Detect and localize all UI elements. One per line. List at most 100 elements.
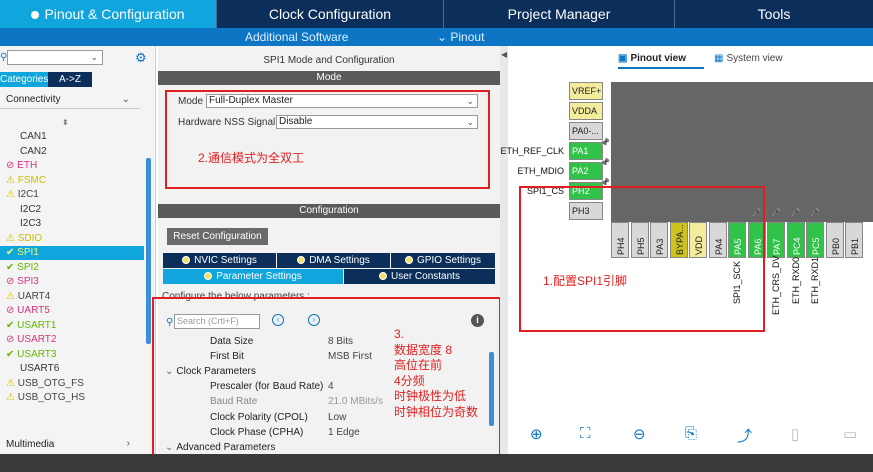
collapse-arrow-icon: ◀ <box>501 50 508 59</box>
item-label: I2C1 <box>17 189 39 200</box>
grid-icon: ▦ <box>714 53 724 64</box>
error-icon: ⊘ <box>6 160 18 171</box>
zoom-out-icon[interactable]: ⊖ <box>633 425 646 443</box>
list-scrollbar[interactable] <box>146 158 151 344</box>
annotation-pin: 1.配置SPI1引脚 <box>543 274 628 288</box>
highlight-params-box <box>152 297 501 457</box>
category-search-select[interactable]: ⌄ <box>7 50 103 65</box>
gear-icon[interactable]: ⚙ <box>135 50 147 66</box>
warning-icon: ⚠ <box>6 189 18 200</box>
peripheral-item-spi2[interactable]: ✔ SPI2 <box>6 261 39 275</box>
peripheral-item-uart5[interactable]: ⊘ UART5 <box>6 304 50 318</box>
pin-pb1[interactable]: PB1 <box>845 222 863 258</box>
fit-screen-icon[interactable]: ⛶ <box>580 425 591 442</box>
rotate-icon[interactable]: ⤴ <box>737 425 752 446</box>
tab-user-constants[interactable]: User Constants <box>344 269 495 284</box>
pinout-menu[interactable]: ⌄ Pinout <box>437 28 484 46</box>
peripheral-item-sdio[interactable]: ⚠ SDIO <box>6 232 42 246</box>
peripheral-item-i2c3[interactable]: I2C3 <box>6 217 41 231</box>
zoom-in-icon[interactable]: ⊕ <box>530 425 543 443</box>
tab-label: NVIC Settings <box>194 255 257 266</box>
pushpin-icon: 📌 <box>600 158 610 167</box>
multimedia-group[interactable]: Multimedia › <box>6 438 130 450</box>
item-label: USART3 <box>17 348 57 360</box>
export-icon[interactable]: ⎘ <box>685 425 697 442</box>
peripheral-item-usart1[interactable]: ✔ USART1 <box>6 319 56 333</box>
mode-section-header: Mode <box>158 71 500 85</box>
status-dot <box>297 256 306 265</box>
tab-gpio-settings[interactable]: GPIO Settings <box>391 253 495 268</box>
chip-icon: ▣ <box>618 53 628 64</box>
signal-label: ETH_RXD1 <box>810 257 820 305</box>
tab-label: Pinout view <box>630 53 687 64</box>
panel-splitter[interactable]: ◀ <box>500 46 508 454</box>
pin-pa0[interactable]: PA0-... <box>569 122 603 140</box>
peripheral-item-spi3[interactable]: ⊘ SPI3 <box>6 275 39 289</box>
pin-pb0[interactable]: PB0 <box>825 222 844 258</box>
peripheral-item-eth[interactable]: ⊘ ETH <box>6 159 37 173</box>
pin-pc5[interactable]: PC5 <box>806 222 824 258</box>
signal-label: ETH_RXD0 <box>790 257 801 305</box>
pin-pc4[interactable]: PC4 <box>786 222 805 258</box>
peripheral-item-usb_otg_hs[interactable]: ⚠ USB_OTG_HS <box>6 391 85 405</box>
status-bar <box>0 454 873 472</box>
tab-clock-configuration[interactable]: Clock Configuration <box>217 0 443 28</box>
peripheral-item-fsmc[interactable]: ⚠ FSMC <box>6 174 46 188</box>
tab-label: DMA Settings <box>309 255 370 266</box>
connectivity-group[interactable]: Connectivity ⌄ <box>6 94 130 105</box>
item-label: SPI1 <box>17 247 39 258</box>
pin-pa1[interactable]: PA1 <box>569 142 603 160</box>
peripheral-item-usb_otg_fs[interactable]: ⚠ USB_OTG_FS <box>6 377 84 391</box>
item-label: SDIO <box>17 232 43 244</box>
item-label: ETH <box>17 160 38 171</box>
peripheral-item-i2c1[interactable]: ⚠ I2C1 <box>6 188 39 202</box>
tab-parameter-settings[interactable]: Parameter Settings <box>163 269 343 284</box>
status-dot <box>405 256 414 265</box>
item-label: USB_OTG_FS <box>17 377 84 389</box>
highlight-mode-box <box>165 90 490 189</box>
chevron-down-icon: ⌄ <box>121 94 130 105</box>
item-label: USB_OTG_HS <box>17 392 85 403</box>
tab-label: User Constants <box>391 271 460 282</box>
check-icon: ✔ <box>6 247 18 258</box>
check-icon: ✔ <box>6 348 18 360</box>
reset-configuration-button[interactable]: Reset Configuration <box>167 228 268 245</box>
tab-pinout-configuration[interactable]: Pinout & Configuration <box>0 0 216 28</box>
pin-pa2[interactable]: PA2 <box>569 162 603 180</box>
peripheral-item-can1[interactable]: CAN1 <box>6 130 47 144</box>
peripheral-item-i2c2[interactable]: I2C2 <box>6 203 41 217</box>
tab-nvic-settings[interactable]: NVIC Settings <box>163 253 276 268</box>
pushpin-icon: 📌 <box>790 208 801 217</box>
status-dot <box>182 256 191 265</box>
system-view-tab[interactable]: ▦ System view <box>714 53 783 64</box>
configuration-section-header: Configuration <box>158 204 500 218</box>
peripheral-item-usart2[interactable]: ⊘ USART2 <box>6 333 56 347</box>
chevron-down-icon: ⌄ <box>90 52 98 62</box>
tab-tools[interactable]: Tools <box>675 0 873 28</box>
tab-a-z[interactable]: A->Z <box>48 72 92 87</box>
peripheral-item-can2[interactable]: CAN2 <box>6 145 47 159</box>
tab-categories[interactable]: Categories <box>0 72 48 87</box>
peripheral-item-usart6[interactable]: USART6 <box>6 362 59 376</box>
peripheral-item-usart3[interactable]: ✔ USART3 <box>6 348 56 362</box>
item-label: USART1 <box>17 319 57 331</box>
item-label: UART5 <box>17 305 50 316</box>
item-label: USART6 <box>20 363 60 374</box>
tab-dma-settings[interactable]: DMA Settings <box>277 253 390 268</box>
additional-software-link[interactable]: Additional Software <box>245 28 348 46</box>
signal-label: ETH_MDIO <box>517 166 564 176</box>
item-label: SPI3 <box>17 276 39 287</box>
tab-project-manager[interactable]: Project Manager <box>444 0 674 28</box>
warning-icon: ⚠ <box>6 174 18 186</box>
pin-vdda[interactable]: VDDA <box>569 102 603 120</box>
item-label: SPI2 <box>17 261 39 273</box>
pinout-view-tab[interactable]: ▣ Pinout view <box>618 53 686 64</box>
pinout-view-underline <box>618 67 704 69</box>
split-view-icon: ▯ <box>791 426 800 443</box>
pin-pa7[interactable]: PA7 <box>767 222 785 258</box>
sub-navigation: Additional Software ⌄ Pinout <box>0 28 873 46</box>
peripheral-item-spi1[interactable]: ✔ SPI1 <box>0 246 144 260</box>
warning-icon: ⚠ <box>6 392 18 403</box>
peripheral-item-uart4[interactable]: ⚠ UART4 <box>6 290 50 304</box>
pin-vref[interactable]: VREF+ <box>569 82 603 100</box>
